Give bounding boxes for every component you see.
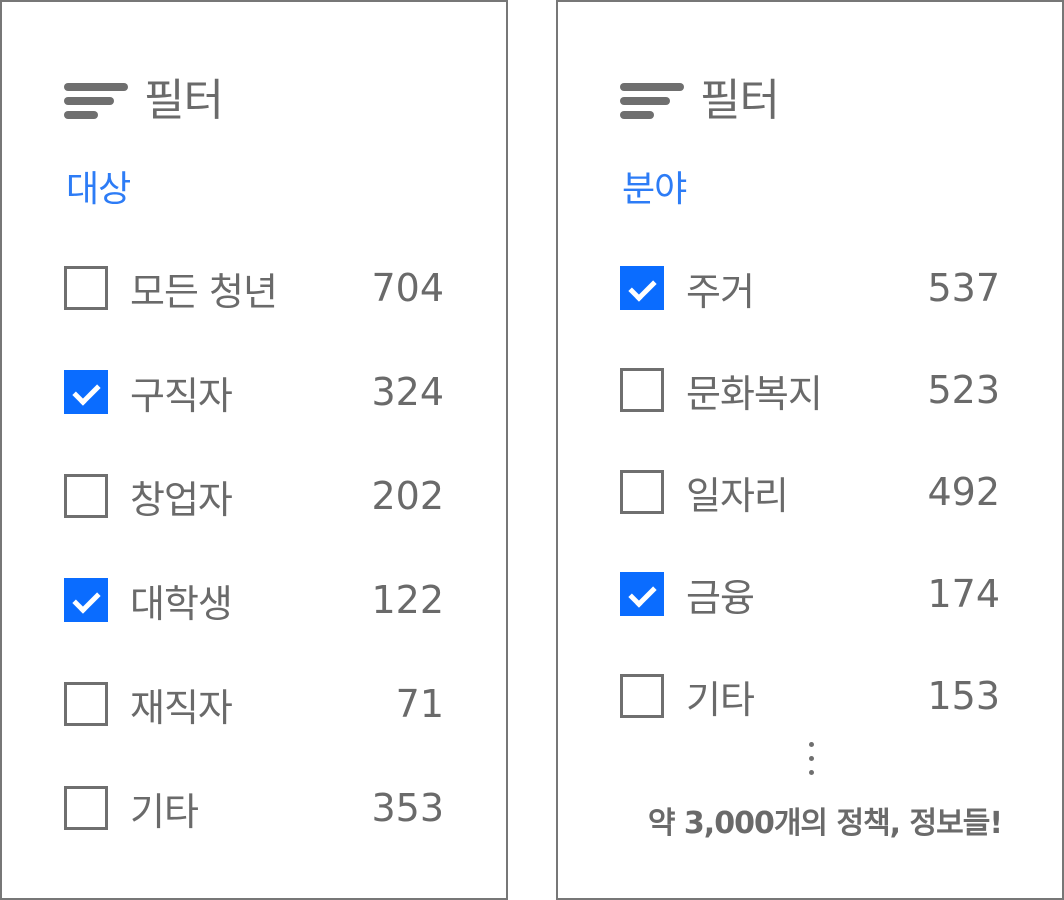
section-label-target: 대상	[66, 169, 131, 210]
option-count: 492	[927, 470, 1000, 514]
filter-option-culture-welfare[interactable]: 문화복지 523	[620, 364, 1000, 416]
checkbox-checked[interactable]	[64, 370, 108, 414]
filter-option-all-youth[interactable]: 모든 청년 704	[64, 262, 444, 314]
option-count: 704	[371, 266, 444, 310]
option-count: 537	[927, 266, 1000, 310]
checkbox[interactable]	[620, 470, 664, 514]
filter-option-housing[interactable]: 주거 537	[620, 262, 1000, 314]
filter-icon	[64, 73, 130, 119]
checkbox[interactable]	[620, 368, 664, 412]
checkbox-checked[interactable]	[620, 572, 664, 616]
option-count: 202	[371, 474, 444, 518]
filter-option-founder[interactable]: 창업자 202	[64, 470, 444, 522]
option-label: 창업자	[130, 477, 233, 522]
option-label: 모든 청년	[130, 269, 278, 314]
option-label: 기타	[686, 677, 755, 722]
option-count: 324	[371, 370, 444, 414]
filter-option-college-student[interactable]: 대학생 122	[64, 574, 444, 626]
filter-option-employed[interactable]: 재직자 71	[64, 678, 444, 730]
filter-option-job-seeker[interactable]: 구직자 324	[64, 366, 444, 418]
filter-option-jobs[interactable]: 일자리 492	[620, 466, 1000, 518]
option-count: 71	[395, 682, 444, 726]
option-label: 일자리	[686, 473, 789, 518]
option-label: 주거	[686, 269, 755, 314]
checkbox-checked[interactable]	[64, 578, 108, 622]
option-count: 122	[371, 578, 444, 622]
option-label: 금융	[686, 575, 755, 620]
filter-title: 필터	[144, 75, 224, 126]
vertical-ellipsis-icon	[806, 740, 816, 780]
filter-option-finance[interactable]: 금융 174	[620, 568, 1000, 620]
option-count: 353	[371, 786, 444, 830]
option-label: 구직자	[130, 373, 233, 418]
filter-panel-target: 필터 대상 모든 청년 704 구직자 324 창업자 202 대학생 122 …	[0, 0, 508, 900]
filter-panel-field: 필터 분야 주거 537 문화복지 523 일자리 492 금융 174 기타 …	[556, 0, 1064, 900]
option-label: 기타	[130, 789, 199, 834]
option-label: 문화복지	[686, 371, 823, 416]
option-count: 523	[927, 368, 1000, 412]
option-count: 153	[927, 674, 1000, 718]
option-label: 재직자	[130, 685, 233, 730]
filter-option-other-field[interactable]: 기타 153	[620, 670, 1000, 722]
checkbox-checked[interactable]	[620, 266, 664, 310]
filter-header: 필터	[64, 64, 224, 128]
policy-count-note: 약 3,000개의 정책, 정보들!	[647, 806, 1003, 841]
filter-icon	[620, 73, 686, 119]
checkbox[interactable]	[620, 674, 664, 718]
filter-header: 필터	[620, 64, 780, 128]
section-label-field: 분야	[622, 169, 687, 210]
checkbox[interactable]	[64, 682, 108, 726]
checkbox[interactable]	[64, 474, 108, 518]
filter-title: 필터	[700, 75, 780, 126]
option-count: 174	[927, 572, 1000, 616]
option-label: 대학생	[130, 581, 233, 626]
checkbox[interactable]	[64, 786, 108, 830]
checkbox[interactable]	[64, 266, 108, 310]
filter-option-other-target[interactable]: 기타 353	[64, 782, 444, 834]
